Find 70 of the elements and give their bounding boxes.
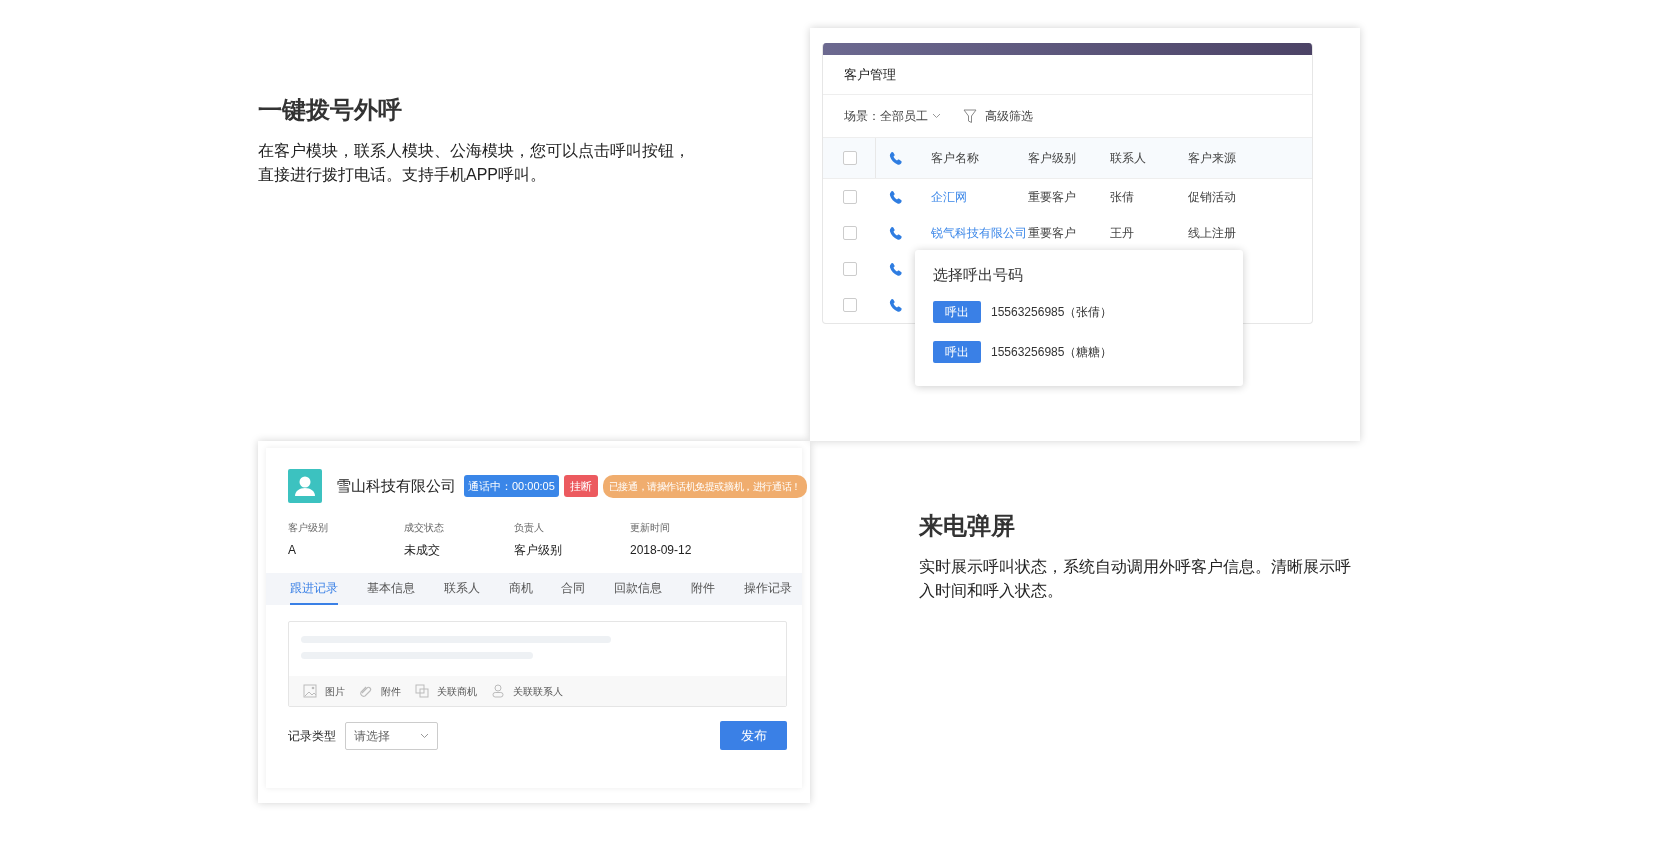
- toolbar-button[interactable]: 关联商机: [415, 683, 477, 699]
- phone-number: 15563256985（糖糖）: [991, 343, 1113, 361]
- table-cell-text: 促销活动: [1188, 189, 1237, 206]
- person-icon: [491, 684, 505, 698]
- table-cell-text: 重要客户: [1028, 225, 1077, 242]
- checkbox[interactable]: [843, 226, 857, 240]
- tab[interactable]: 合同: [561, 573, 586, 605]
- chevron-down-icon: [932, 113, 941, 119]
- avatar-icon: [288, 469, 322, 503]
- table-cell-text: 重要客户: [1028, 189, 1077, 206]
- table-cell-text: 王丹: [1110, 225, 1135, 242]
- field-value: 未成交: [404, 542, 441, 559]
- scene-dropdown[interactable]: 全部员工: [880, 107, 941, 125]
- chevron-down-icon: [420, 732, 429, 739]
- checkbox[interactable]: [843, 298, 857, 312]
- tab[interactable]: 回款信息: [614, 573, 663, 605]
- publish-button[interactable]: 发布: [720, 721, 787, 750]
- phone-icon[interactable]: [889, 225, 903, 241]
- phone-icon: [889, 150, 903, 166]
- note-editor[interactable]: 图片 附件 关联商机 关联联系人: [288, 621, 787, 707]
- table-cell-text: 张倩: [1110, 189, 1135, 206]
- field-label: 更新时间: [630, 521, 671, 535]
- scene-label: 场景：: [844, 108, 880, 125]
- call-button[interactable]: 呼出: [933, 340, 981, 363]
- column-header: 客户名称: [930, 150, 980, 167]
- call-status-badge: 通话中：00:00:05: [464, 474, 559, 498]
- tab[interactable]: 基本信息: [366, 573, 415, 605]
- field-label: 客户级别: [288, 521, 329, 535]
- popup-title: 选择呼出号码: [933, 265, 1024, 285]
- field-value: 2018-09-12: [630, 542, 693, 559]
- toolbar-button[interactable]: 图片: [303, 683, 345, 699]
- field-label: 成交状态: [404, 521, 445, 535]
- feature-description: 实时展示呼叫状态，系统自动调用外呼客户信息。清晰展示呼入时间和呼入状态。: [919, 556, 1352, 601]
- column-header: 客户级别: [1028, 150, 1077, 167]
- company-name: 雪山科技有限公司: [336, 475, 456, 496]
- column-header: 联系人: [1110, 150, 1147, 167]
- checkbox[interactable]: [843, 190, 857, 204]
- tab[interactable]: 跟进记录: [290, 573, 338, 605]
- customer-name-link[interactable]: 锐气科技有限公司: [916, 224, 1028, 242]
- filter-icon: [963, 108, 977, 124]
- tab[interactable]: 附件: [691, 573, 716, 605]
- panel-title: 客户管理: [844, 65, 896, 84]
- record-type-label: 记录类型: [288, 727, 336, 745]
- tab[interactable]: 商机: [508, 573, 533, 605]
- field-value: 客户级别: [514, 542, 563, 559]
- field-label: 负责人: [514, 521, 545, 535]
- toolbar-button[interactable]: 附件: [359, 683, 401, 699]
- advanced-filter-button[interactable]: 高级筛选: [963, 107, 1033, 125]
- tab[interactable]: 操作记录: [743, 573, 792, 605]
- phone-icon[interactable]: [889, 261, 903, 277]
- toolbar-button[interactable]: 关联联系人: [491, 683, 563, 699]
- checkbox[interactable]: [843, 262, 857, 276]
- paperclip-icon: [359, 684, 373, 698]
- phone-icon[interactable]: [889, 189, 903, 205]
- overlapping-squares-icon: [415, 684, 429, 698]
- phone-number: 15563256985（张倩）: [991, 303, 1113, 321]
- column-header: 客户来源: [1188, 150, 1237, 167]
- phone-icon[interactable]: [889, 297, 903, 313]
- checkbox[interactable]: [843, 151, 857, 165]
- image-icon: [303, 684, 317, 698]
- field-value: A: [288, 542, 297, 559]
- feature-description: 在客户模块，联系人模块、公海模块，您可以点击呼叫按钮，直接进行拨打电话。支持手机APP呼叫。: [258, 140, 690, 185]
- customer-name-link[interactable]: 企汇网: [916, 188, 1028, 206]
- table-cell-text: 线上注册: [1188, 225, 1237, 242]
- feature-heading: 一键拨号外呼: [258, 96, 403, 125]
- connected-notice: 已接通，请操作话机免提或摘机，进行通话！: [602, 474, 807, 498]
- call-button[interactable]: 呼出: [933, 300, 981, 323]
- record-type-select[interactable]: 请选择: [345, 721, 438, 750]
- tab[interactable]: 联系人: [443, 573, 480, 605]
- feature-heading: 来电弹屏: [919, 512, 1016, 541]
